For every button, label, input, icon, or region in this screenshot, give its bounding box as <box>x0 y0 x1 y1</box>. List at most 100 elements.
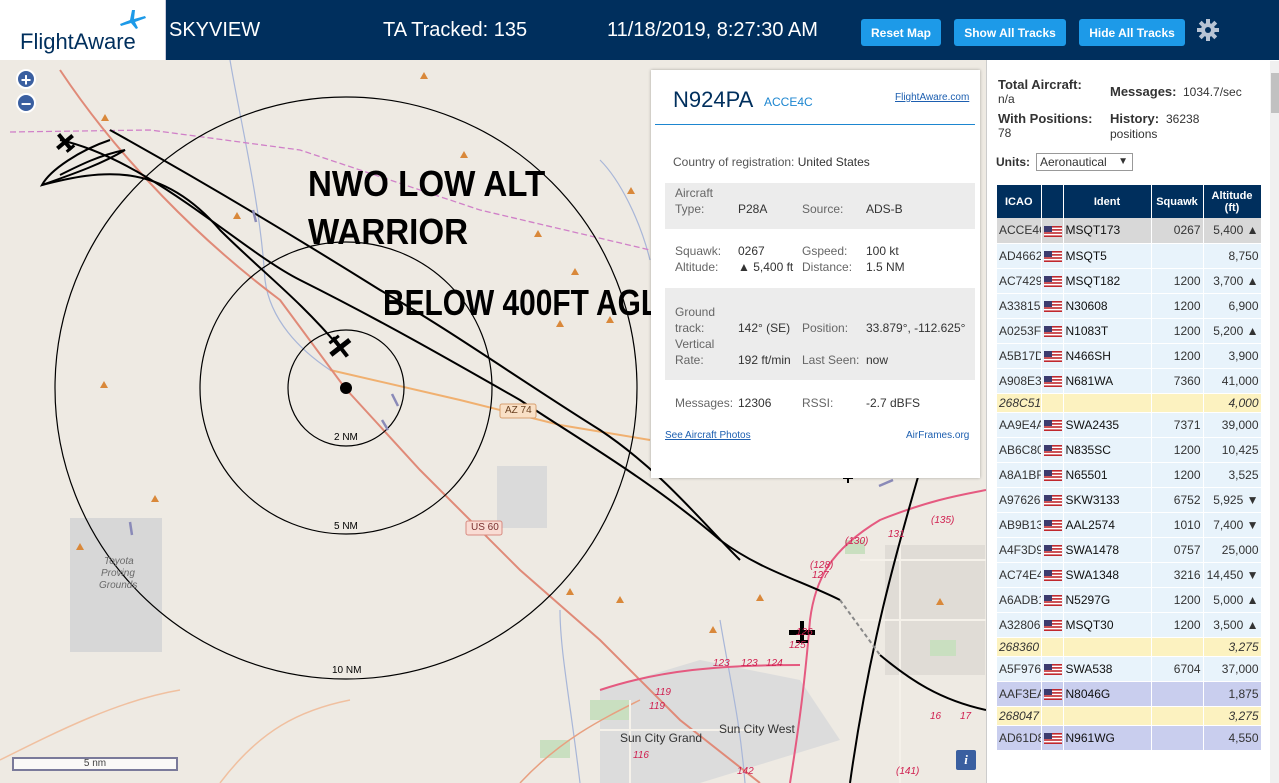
label: Last Seen: <box>802 353 860 367</box>
current-datetime: 11/18/2019, 8:27:30 AM <box>607 19 818 41</box>
col-altitude[interactable]: Altitude (ft) <box>1203 185 1262 218</box>
az74-label: AZ 74 <box>505 405 532 416</box>
table-row[interactable]: AD61D8 N961WG 4,550 <box>997 725 1262 751</box>
table-row[interactable]: A5B17D N466SH 1200 3,900 <box>997 343 1262 369</box>
with-positions-label: With Positions: <box>998 111 1093 126</box>
row-ident: N681WA <box>1063 368 1152 394</box>
popup-block-type: Aircraft Type: P28A Source: ADS-B <box>665 183 975 229</box>
popup-block-squawk: Squawk: 0267 Gspeed: 100 kt Altitude: ▲ … <box>665 233 975 283</box>
row-icao: AAF3EA <box>997 681 1042 707</box>
label: Position: <box>802 321 849 335</box>
col-flag[interactable] <box>1041 185 1064 218</box>
row-icao: AD4662 <box>997 243 1042 269</box>
aircraft-icon[interactable] <box>51 128 79 156</box>
table-row[interactable]: AD4662 MSQT5 8,750 <box>997 243 1262 269</box>
table-row[interactable]: A908E3 N681WA 7360 41,000 <box>997 368 1262 394</box>
route-number: 16 <box>930 711 942 722</box>
row-ident: N1083T <box>1063 318 1152 344</box>
table-row[interactable]: A8A1BF N65501 1200 3,525 <box>997 462 1262 488</box>
row-icao: AC7429 <box>997 268 1042 294</box>
row-altitude: 8,750 <box>1203 243 1262 269</box>
popup-icao: ACCE4C <box>764 95 813 109</box>
col-icao[interactable]: ICAO <box>997 185 1042 218</box>
row-altitude: 3,500 ▲ <box>1203 612 1262 638</box>
table-row[interactable]: AB6C80 N835SC 1200 10,425 <box>997 437 1262 463</box>
row-icao: A5B17D <box>997 343 1042 369</box>
row-altitude: 4,000 <box>1203 393 1262 413</box>
table-row[interactable]: AAF3EA N8046G 1,875 <box>997 681 1262 707</box>
route-number: (130) <box>845 536 869 547</box>
gear-icon[interactable] <box>1195 17 1221 43</box>
source-value: ADS-B <box>866 202 903 216</box>
aircraft-photos-link[interactable]: See Aircraft Photos <box>665 430 751 441</box>
us60-label: US 60 <box>471 522 499 533</box>
row-squawk <box>1151 725 1204 751</box>
hide-all-tracks-button[interactable]: Hide All Tracks <box>1079 19 1185 46</box>
aircraft-table-body: ACCE4C MSQT17302675,400 ▲ AD4662 MSQT5 8,750… <box>997 218 1262 751</box>
table-row[interactable]: ACCE4C MSQT17302675,400 ▲ <box>997 218 1262 244</box>
total-aircraft-label: Total Aircraft: <box>998 77 1082 92</box>
row-altitude: 14,450 ▼ <box>1203 562 1262 588</box>
row-flag <box>1041 343 1064 369</box>
table-row[interactable]: AA9E4A SWA2435 7371 39,000 <box>997 412 1262 438</box>
units-select[interactable]: Aeronautical ▼ <box>1036 153 1133 171</box>
table-row[interactable]: A97626 SKW3133 6752 5,925 ▼ <box>997 487 1262 513</box>
airframes-link[interactable]: AirFrames.org <box>906 430 969 441</box>
receiver-location <box>340 382 352 394</box>
table-row[interactable]: 268360 3,275 <box>997 637 1262 657</box>
annotation-line-2: WARRIOR <box>308 211 469 252</box>
table-row[interactable]: AC7429 MSQT182 1200 3,700 ▲ <box>997 268 1262 294</box>
row-squawk: 1010 <box>1151 512 1204 538</box>
col-ident[interactable]: Ident <box>1063 185 1152 218</box>
flightaware-link[interactable]: FlightAware.com <box>895 92 969 103</box>
us-flag-icon <box>1043 350 1062 362</box>
route-number: 126 <box>796 627 813 638</box>
scrollbar-thumb[interactable] <box>1271 73 1279 113</box>
row-ident: N835SC <box>1063 437 1152 463</box>
row-squawk: 6752 <box>1151 487 1204 513</box>
row-squawk: 7371 <box>1151 412 1204 438</box>
label: Ground <box>675 305 716 319</box>
show-all-tracks-button[interactable]: Show All Tracks <box>954 19 1066 46</box>
route-number: 142 <box>737 766 754 777</box>
table-row[interactable]: A32806 MSQT30 1200 3,500 ▲ <box>997 612 1262 638</box>
map-info-button[interactable]: i <box>956 750 976 770</box>
us-flag-icon <box>1043 419 1062 431</box>
row-ident: MSQT30 <box>1063 612 1152 638</box>
popup-ident: N924PA <box>673 87 754 112</box>
skyview-app: FlightAware SKYVIEW TA Tracked: 135 11/1… <box>0 0 1279 783</box>
road <box>0 689 181 761</box>
label: Type: <box>675 202 705 216</box>
us-flag-icon <box>1043 688 1062 700</box>
zoom-in-button[interactable]: + <box>16 69 36 90</box>
col-squawk[interactable]: Squawk <box>1151 185 1204 218</box>
table-row[interactable]: A0253F N1083T 1200 5,200 ▲ <box>997 318 1262 344</box>
label: Vertical <box>675 337 715 351</box>
row-squawk: 6704 <box>1151 656 1204 682</box>
table-row[interactable]: A4F3D9 SWA1478 0757 25,000 <box>997 537 1262 563</box>
row-flag <box>1041 681 1064 707</box>
label: Aircraft <box>675 186 714 200</box>
table-row[interactable]: A5F976 SWA538 6704 37,000 <box>997 656 1262 682</box>
row-icao: A6ADB1 <box>997 587 1042 613</box>
row-altitude: 5,000 ▲ <box>1203 587 1262 613</box>
zoom-out-button[interactable]: − <box>16 93 36 114</box>
table-row[interactable]: AB9B13 AAL2574 1010 7,400 ▼ <box>997 512 1262 538</box>
panel-scrollbar[interactable] <box>1270 61 1279 783</box>
table-row[interactable]: A6ADB1 N5297G 1200 5,000 ▲ <box>997 587 1262 613</box>
popup-block-track: Ground track: 142° (SE) Position: 33.879… <box>665 288 975 380</box>
us-flag-icon <box>1043 519 1062 531</box>
row-squawk: 1200 <box>1151 462 1204 488</box>
table-row[interactable]: AC74E4 SWA1348 3216 14,450 ▼ <box>997 562 1262 588</box>
table-row[interactable]: A33815 N30608 1200 6,900 <box>997 293 1262 319</box>
row-altitude: 7,400 ▼ <box>1203 512 1262 538</box>
label: Rate: <box>675 353 704 367</box>
reset-map-button[interactable]: Reset Map <box>861 19 941 46</box>
row-flag <box>1041 437 1064 463</box>
row-flag <box>1041 656 1064 682</box>
history-label: History: <box>1110 111 1160 126</box>
flightaware-logo[interactable]: FlightAware <box>0 0 166 60</box>
table-row[interactable]: 268047 3,275 <box>997 706 1262 726</box>
row-flag <box>1041 412 1064 438</box>
table-row[interactable]: 268C51 4,000 <box>997 393 1262 413</box>
